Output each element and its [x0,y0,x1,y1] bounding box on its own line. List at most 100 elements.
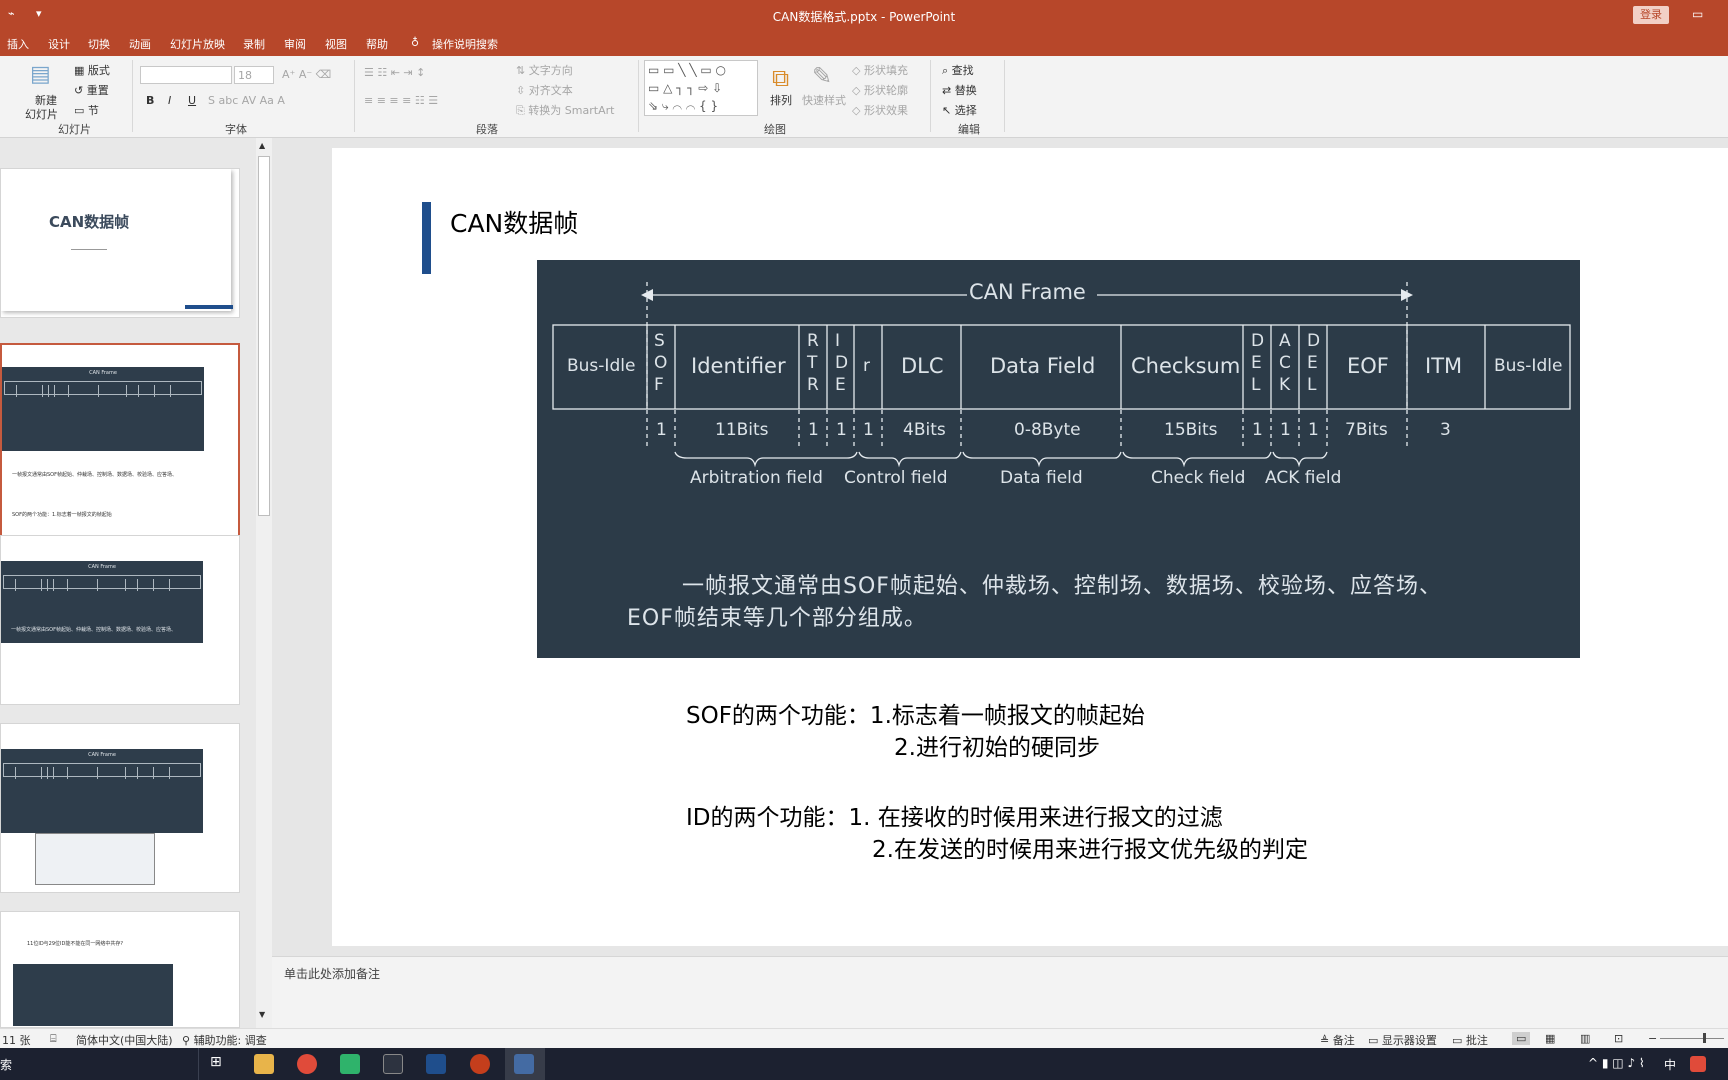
quick-styles-icon[interactable]: ✎ [812,62,832,90]
app-icon[interactable] [426,1054,446,1074]
terminal-icon[interactable] [383,1054,403,1074]
list-buttons[interactable]: ☰ ☷ ⇤ ⇥ ↕ [364,66,425,79]
scroll-up-icon[interactable]: ▲ [259,141,265,150]
slide-thumbnail-1[interactable]: CAN数据帧 [0,168,240,318]
bits-rtr: 1 [808,420,819,440]
arrange-label[interactable]: 排列 [770,92,792,108]
find-button[interactable]: ⌕ 查找 [942,62,974,78]
group-paragraph-label: 段落 [476,123,498,136]
can-frame-diagram[interactable]: CAN Frame Bus-Idle S O F Identifier R T … [537,260,1580,658]
smartart-button[interactable]: ⎘ 转换为 SmartArt [516,102,614,118]
slide-sorter-icon[interactable]: ▦ [1545,1032,1555,1045]
slideshow-view-icon[interactable]: ⊡ [1614,1032,1623,1045]
id-function-line1[interactable]: ID的两个功能：1. 在接收的时候用来进行报文的过滤 [686,798,1223,832]
bits-checksum: 15Bits [1164,420,1218,440]
group-font-label: 字体 [225,123,247,136]
select-button[interactable]: ↖ 选择 [942,102,977,118]
shapes-gallery[interactable]: ▭ ▭ ╲ ╲ ▭ ○ ▭ △ ┐ ┐ ⇨ ⇩ ⇘ ⤷ ⌒ ⌒ { } [644,60,758,116]
zoom-out-icon[interactable]: − [1648,1032,1657,1045]
thumb-desc: 一帧报文通常由SOF帧起始、仲裁场、控制场、数据场、校验场、应答场、 [12,472,177,478]
notes-pane[interactable]: 单击此处添加备注 [272,956,1728,1028]
text-direction-button[interactable]: ⇅ 文字方向 [516,62,573,78]
tab-design[interactable]: 设计 [48,36,70,52]
shape-effects-button[interactable]: ◇ 形状效果 [852,102,908,118]
tell-me-search[interactable]: 操作说明搜索 [432,36,498,52]
shape-fill-button[interactable]: ◇ 形状填充 [852,62,908,78]
new-slide-label2[interactable]: 幻灯片 [25,106,58,122]
sof-function-line2[interactable]: 2.进行初始的硬同步 [894,728,1100,762]
current-slide[interactable]: CAN数据帧 CAN Frame Bus-Idle S O F Identifi… [332,148,1728,946]
login-button[interactable]: 登录 [1633,6,1669,24]
reading-view-icon[interactable]: ▥ [1580,1032,1590,1045]
slide-thumbnail-5[interactable]: 11位ID与29位ID能不能在同一网络中共存? [0,911,240,1028]
pycharm-icon[interactable] [340,1054,360,1074]
bits-sof: 1 [656,420,667,440]
slide-title[interactable]: CAN数据帧 [450,204,578,240]
slide-thumbnail-4[interactable]: CAN Frame [0,723,240,893]
file-explorer-icon[interactable] [254,1054,274,1074]
comments-button[interactable]: ▭ 批注 [1452,1032,1488,1048]
search-label[interactable]: 索 [0,1056,12,1073]
tab-help[interactable]: 帮助 [366,36,388,52]
thumb-diagram-title: CAN Frame [89,370,117,376]
quick-styles-label[interactable]: 快速样式 [802,92,846,108]
sof-function-line1[interactable]: SOF的两个功能：1.标志着一帧报文的帧起始 [686,696,1145,730]
powerpoint-icon[interactable] [470,1054,490,1074]
scroll-down-icon[interactable]: ▼ [259,1010,265,1019]
smartart-label: 转换为 SmartArt [528,104,615,117]
display-settings-label: 显示器设置 [1381,1034,1437,1047]
wps-tray-icon[interactable] [1690,1056,1706,1072]
grow-font-icon[interactable]: A⁺ A⁻ ⌫ [282,68,331,81]
section-label: 节 [87,104,99,117]
zoom-slider-thumb[interactable] [1703,1033,1706,1043]
id-function-line2[interactable]: 2.在发送的时候用来进行报文优先级的判定 [872,830,1308,864]
notes-button[interactable]: ≜ 备注 [1320,1032,1355,1048]
display-settings-button[interactable]: ▭ 显示器设置 [1368,1032,1437,1048]
arrange-icon[interactable]: ⧉ [772,64,789,92]
normal-view-icon[interactable]: ▭ [1512,1032,1531,1045]
bold-button[interactable]: B [146,94,154,107]
thumb-diagram-title: CAN Frame [88,564,116,570]
tab-record[interactable]: 录制 [243,36,265,52]
layout-button[interactable]: ▦ 版式 [74,62,110,78]
accessibility-button[interactable]: ⚲ 辅助功能: 调查 [182,1032,267,1048]
scroll-thumb[interactable] [258,156,270,516]
frame-description-line1: 一帧报文通常由SOF帧起始、仲裁场、控制场、数据场、校验场、应答场、 [682,574,1442,599]
reset-button[interactable]: ↺ 重置 [74,82,109,98]
ime-indicator[interactable]: 中 [1664,1056,1676,1073]
language-status[interactable]: 简体中文(中国大陆) [76,1032,173,1048]
tab-view[interactable]: 视图 [325,36,347,52]
slide-editing-area: CAN数据帧 CAN Frame Bus-Idle S O F Identifi… [272,138,1728,950]
thumb-divider [71,249,107,250]
spellcheck-icon[interactable]: ⌸ [50,1032,57,1046]
thumbnail-scrollbar[interactable]: ▲ ▼ [256,138,272,1028]
cell-dlc: DLC [901,354,944,378]
align-buttons[interactable]: ≡ ≡ ≡ ≡ ☷ ☰ [364,94,438,107]
tab-animations[interactable]: 动画 [129,36,151,52]
tab-slideshow[interactable]: 幻灯片放映 [170,36,225,52]
tab-insert[interactable]: 插入 [7,36,29,52]
font-effects-icons[interactable]: S abc AV Aa A [208,94,285,107]
section-button[interactable]: ▭ 节 [74,102,99,118]
align-text-button[interactable]: ⇳ 对齐文本 [516,82,573,98]
tab-transitions[interactable]: 切换 [88,36,110,52]
window-title: CAN数据格式.pptx - PowerPoint [772,10,956,24]
title-bar: ⌁ ▾ CAN数据格式.pptx - PowerPoint 登录 ▭ [0,0,1728,32]
frame-description-line2: EOF帧结束等几个部分组成。 [627,606,927,631]
underline-button[interactable]: U [188,94,196,107]
italic-button[interactable]: I [168,94,171,107]
replace-button[interactable]: ⇄ 替换 [942,82,977,98]
notes-placeholder[interactable]: 单击此处添加备注 [284,965,380,982]
tab-review[interactable]: 审阅 [284,36,306,52]
thumb-diagram: CAN Frame [1,749,203,833]
font-size-box[interactable]: 18 [234,66,274,84]
chrome-icon[interactable] [297,1054,317,1074]
slide-thumbnail-3[interactable]: CAN Frame 一帧报文通常由SOF帧起始、仲裁场、控制场、数据场、校验场、… [0,535,240,705]
tray-icons[interactable]: ^ ▮ ◫ ♪ ⌇ [1588,1056,1645,1070]
ribbon-display-icon[interactable]: ▭ [1692,7,1703,21]
font-family-box[interactable] [140,66,232,84]
zoom-slider[interactable] [1660,1038,1724,1039]
task-view-icon[interactable]: ⊞ [210,1054,230,1074]
shape-outline-button[interactable]: ◇ 形状轮廓 [852,82,908,98]
divider [638,60,639,132]
